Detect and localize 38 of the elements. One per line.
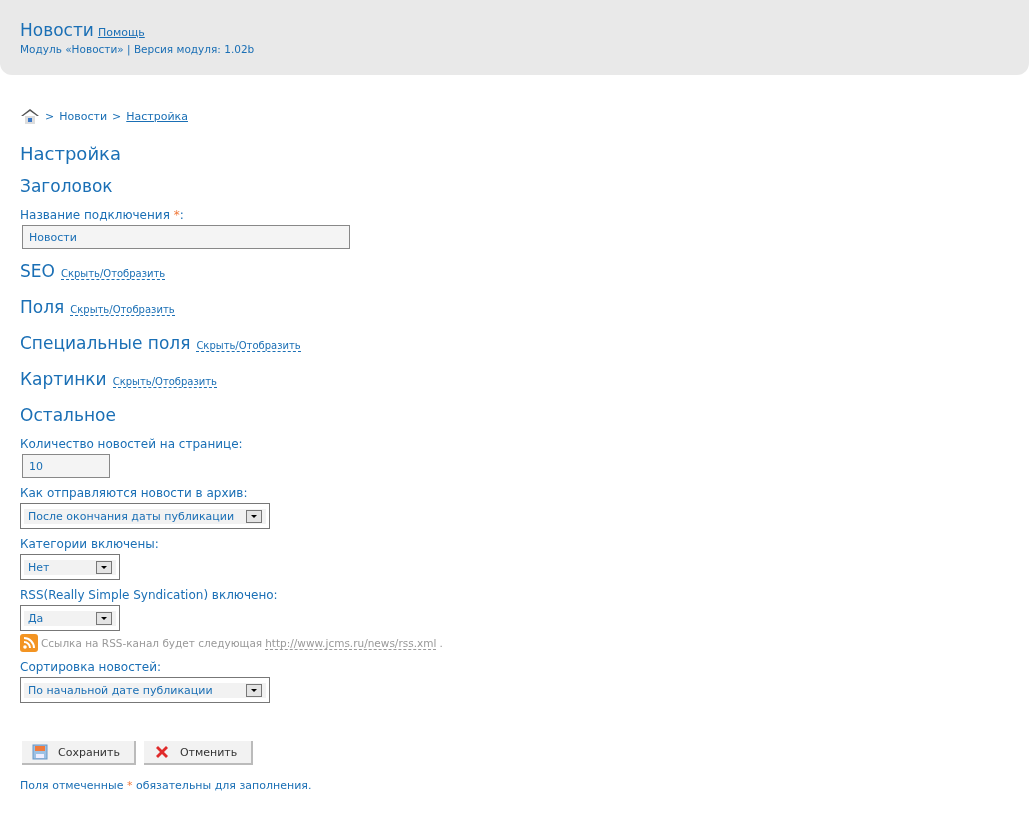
help-link[interactable]: Помощь <box>97 26 145 39</box>
toggle-link[interactable]: Скрыть/Отобразить <box>112 376 218 388</box>
field-label: Количество новостей на странице: <box>20 437 244 451</box>
cancel-button[interactable]: Отменить <box>143 741 254 765</box>
module-title: Новости <box>20 20 94 40</box>
section-title: Остальное <box>20 405 116 425</box>
section-title: Специальные поля <box>20 333 191 353</box>
rss-note: Ссылка на RSS-канал будет следующая <box>41 637 263 649</box>
rss-link[interactable]: http://www.jcms.ru/news/rss.xml <box>265 636 437 650</box>
section-title: SEO <box>20 261 55 281</box>
toggle-link[interactable]: Скрыть/Отобразить <box>196 340 301 352</box>
toggle-link[interactable]: Скрыть/Отобразить <box>70 304 175 316</box>
page-title: Настройка <box>20 143 122 164</box>
input-field[interactable]: Новости <box>22 225 350 249</box>
select-field[interactable]: После окончания даты публикации <box>20 503 270 529</box>
select-field[interactable]: По начальной дате публикации <box>20 677 270 703</box>
field-label: Сортировка новостей: <box>20 660 162 674</box>
module-version: Модуль «Новости» | Версия модуля: 1.02b <box>20 43 256 55</box>
field-label: Как отправляются новости в архив: <box>20 486 249 500</box>
section-title: Заголовок <box>20 176 113 196</box>
select-field[interactable]: Нет <box>20 554 120 580</box>
required-fields-note: Поля отмеченные * обязательны для заполнения. <box>20 779 313 792</box>
field-label: Категории включены: <box>20 537 160 551</box>
home-icon[interactable] <box>20 107 40 125</box>
section-title: Поля <box>20 297 65 317</box>
breadcrumb-item: Новости <box>59 109 108 123</box>
breadcrumb-separator: > <box>45 109 55 123</box>
toggle-link[interactable]: Скрыть/Отобразить <box>60 268 166 280</box>
field-label: RSS(Really Simple Syndication) включено: <box>20 588 279 602</box>
rss-note-end: . <box>439 637 443 649</box>
breadcrumb-separator: > <box>112 109 122 123</box>
section-title: Картинки <box>20 369 107 389</box>
save-button[interactable]: Сохранить <box>22 741 136 765</box>
field-label: Название подключения *: <box>20 208 185 222</box>
rss-icon <box>20 634 38 652</box>
breadcrumb-link[interactable]: Настройка <box>126 109 188 123</box>
select-field[interactable]: Да <box>20 605 120 631</box>
input-field[interactable]: 10 <box>22 454 110 478</box>
